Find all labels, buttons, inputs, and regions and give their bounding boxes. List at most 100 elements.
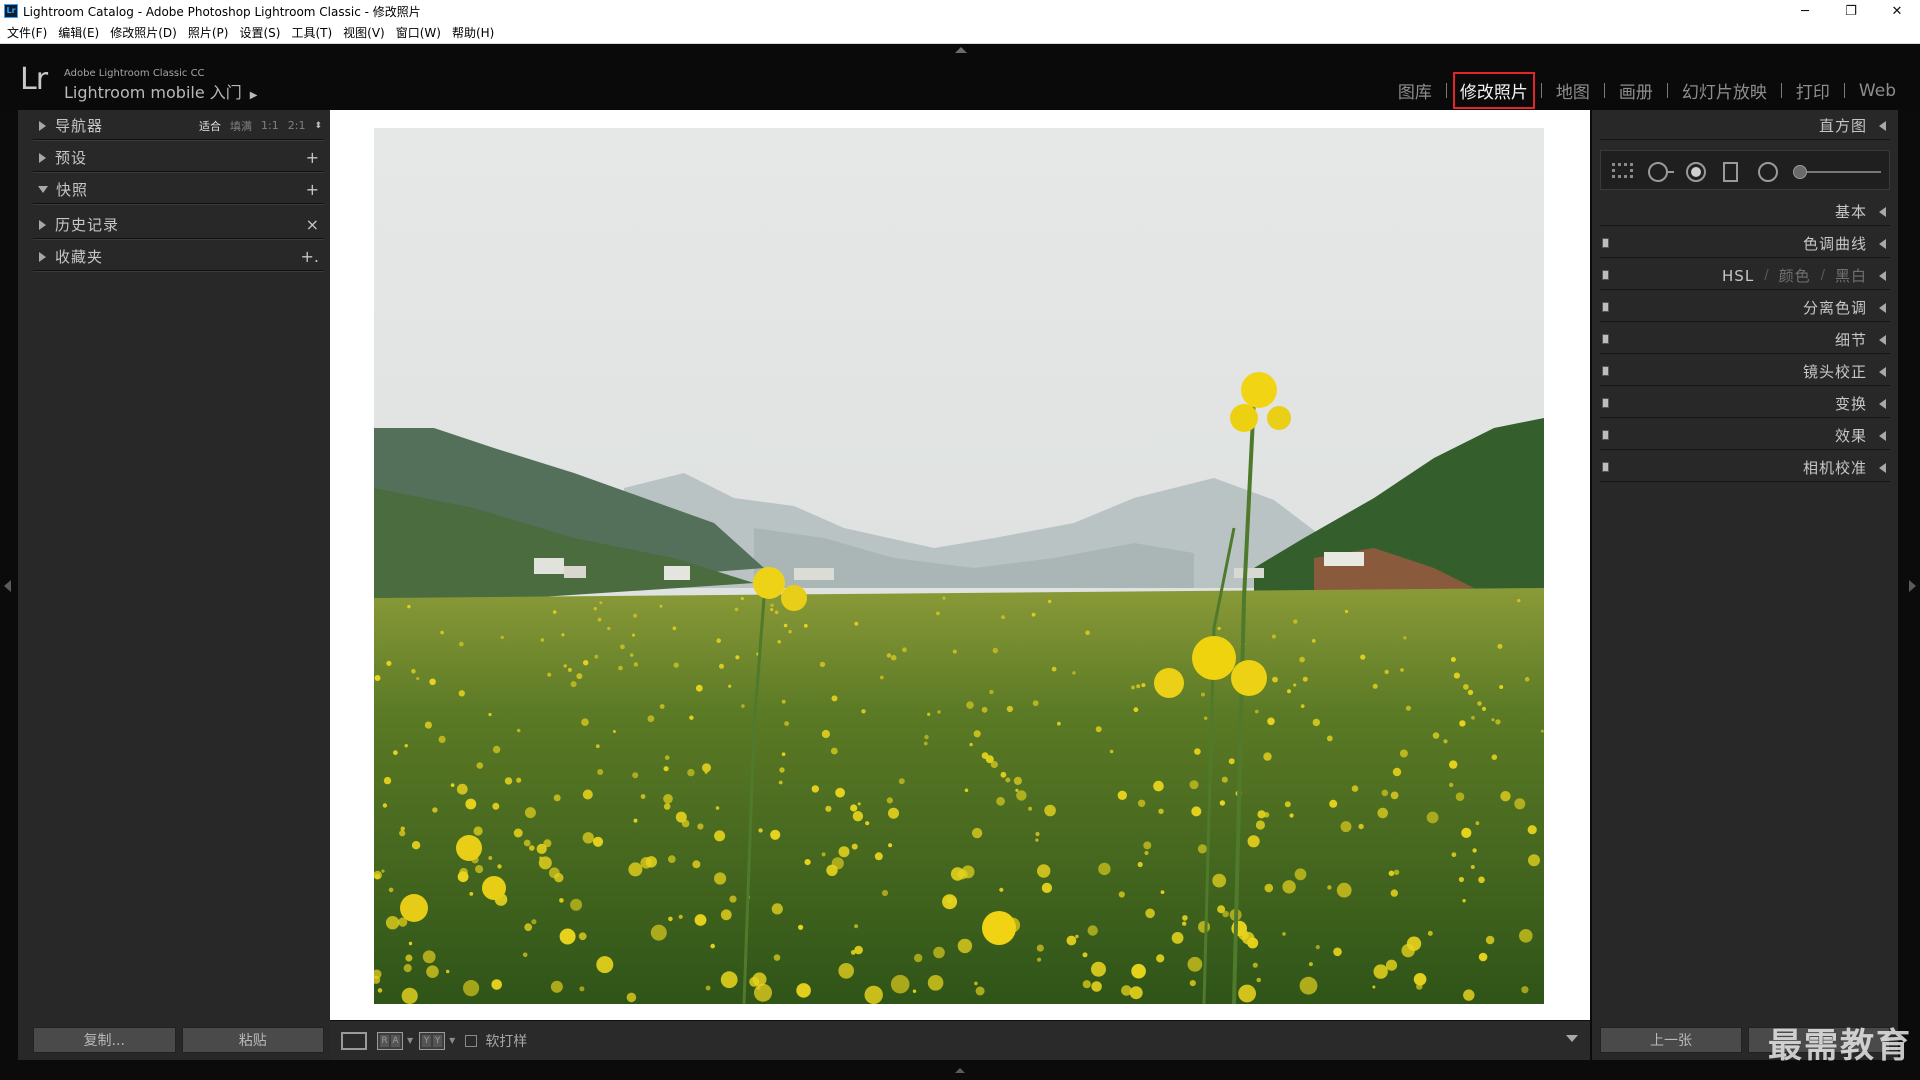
flower-blossom bbox=[578, 932, 587, 941]
paste-settings-button[interactable]: 粘贴 bbox=[181, 1027, 324, 1053]
flower-blossom bbox=[1372, 683, 1378, 689]
menu-window[interactable]: 窗口(W) bbox=[392, 24, 448, 41]
expand-triangle-icon[interactable] bbox=[39, 120, 46, 131]
spot-removal-icon[interactable] bbox=[1647, 162, 1675, 182]
panel-toggle-switch[interactable] bbox=[1602, 366, 1609, 376]
module-develop[interactable]: 修改照片 bbox=[1452, 72, 1535, 109]
collapse-left-panel-icon[interactable] bbox=[4, 580, 11, 592]
expand-triangle-icon[interactable] bbox=[39, 152, 46, 163]
zoom-1-1[interactable]: 1:1 bbox=[261, 119, 279, 132]
flower-blossom bbox=[633, 818, 638, 823]
basic-header[interactable]: 基本 bbox=[1600, 198, 1890, 226]
split-toning-header[interactable]: 分离色调 bbox=[1600, 294, 1890, 322]
add-preset-icon[interactable]: + bbox=[306, 148, 319, 167]
brush-slider-track[interactable] bbox=[1799, 171, 1881, 173]
collapse-arrow-icon[interactable] bbox=[1879, 302, 1886, 313]
chevron-down-icon[interactable]: ▼ bbox=[407, 1036, 413, 1045]
radial-filter-icon[interactable] bbox=[1757, 162, 1779, 184]
module-web[interactable]: Web bbox=[1851, 81, 1904, 101]
effects-header[interactable]: 效果 bbox=[1600, 422, 1890, 450]
collapse-arrow-icon[interactable] bbox=[1879, 398, 1886, 409]
collapse-arrow-icon[interactable] bbox=[1879, 462, 1886, 473]
menu-photo[interactable]: 照片(P) bbox=[184, 24, 236, 41]
before-after-tb-button[interactable]: Y Y bbox=[419, 1031, 446, 1050]
menu-help[interactable]: 帮助(H) bbox=[448, 24, 501, 41]
panel-toggle-switch[interactable] bbox=[1602, 302, 1609, 312]
expand-triangle-icon[interactable] bbox=[39, 251, 46, 262]
hsl-bw-tab[interactable]: 黑白 bbox=[1835, 265, 1867, 286]
previous-settings-button[interactable]: 上一张 bbox=[1600, 1027, 1742, 1053]
restore-button[interactable]: ❐ bbox=[1828, 0, 1874, 22]
graduated-filter-icon[interactable] bbox=[1723, 162, 1739, 184]
loupe-view-button[interactable] bbox=[341, 1031, 367, 1050]
play-arrow-icon[interactable]: ▶ bbox=[250, 90, 258, 101]
collapse-triangle-icon[interactable] bbox=[38, 186, 48, 193]
module-book[interactable]: 画册 bbox=[1611, 78, 1661, 103]
history-header[interactable]: 历史记录 × bbox=[33, 211, 324, 240]
transform-header[interactable]: 变换 bbox=[1600, 390, 1890, 418]
collapse-arrow-icon[interactable] bbox=[1879, 366, 1886, 377]
copy-settings-button[interactable]: 复制... bbox=[33, 1027, 176, 1053]
zoom-fill[interactable]: 填满 bbox=[230, 118, 252, 134]
collapse-arrow-icon[interactable] bbox=[1879, 206, 1886, 217]
module-slideshow[interactable]: 幻灯片放映 bbox=[1674, 78, 1775, 103]
add-collection-icon[interactable]: +. bbox=[301, 247, 320, 266]
histogram-header[interactable]: 直方图 bbox=[1600, 112, 1890, 140]
minimize-button[interactable]: ─ bbox=[1782, 0, 1828, 22]
flower-blossom bbox=[640, 857, 652, 869]
hsl-title[interactable]: HSL bbox=[1722, 267, 1754, 285]
menu-file[interactable]: 文件(F) bbox=[3, 24, 54, 41]
module-library[interactable]: 图库 bbox=[1390, 78, 1440, 103]
lens-correction-header[interactable]: 镜头校正 bbox=[1600, 358, 1890, 386]
panel-toggle-switch[interactable] bbox=[1602, 398, 1609, 408]
collapse-arrow-icon[interactable] bbox=[1879, 270, 1886, 281]
expand-triangle-icon[interactable] bbox=[39, 219, 46, 230]
toolbar-menu-icon[interactable] bbox=[1566, 1035, 1578, 1042]
collapse-top-panel-icon[interactable] bbox=[955, 47, 967, 53]
adjustment-brush-icon[interactable] bbox=[1793, 165, 1807, 179]
detail-header[interactable]: 细节 bbox=[1600, 326, 1890, 354]
clear-history-icon[interactable]: × bbox=[306, 215, 319, 234]
flower-blossom bbox=[1478, 952, 1488, 962]
close-button[interactable]: ✕ bbox=[1874, 0, 1920, 22]
chevron-down-icon[interactable]: ▼ bbox=[449, 1036, 455, 1045]
menu-view[interactable]: 视图(V) bbox=[339, 24, 392, 41]
crop-overlay-icon[interactable] bbox=[1611, 162, 1635, 180]
collapse-arrow-icon[interactable] bbox=[1879, 334, 1886, 345]
zoom-stepper-icon[interactable]: ⬍ bbox=[314, 121, 322, 131]
add-snapshot-icon[interactable]: + bbox=[306, 180, 319, 199]
presets-header[interactable]: 预设 + bbox=[33, 144, 324, 173]
module-print[interactable]: 打印 bbox=[1788, 78, 1838, 103]
flower-blossom bbox=[524, 807, 536, 819]
panel-toggle-switch[interactable] bbox=[1602, 462, 1609, 472]
menu-develop[interactable]: 修改照片(D) bbox=[106, 24, 184, 41]
hsl-color-tab[interactable]: 颜色 bbox=[1779, 265, 1811, 286]
flower-blossom bbox=[1458, 876, 1464, 883]
module-map[interactable]: 地图 bbox=[1548, 78, 1598, 103]
red-eye-icon[interactable] bbox=[1685, 162, 1707, 184]
navigator-header[interactable]: 导航器 适合 填满 1:1 2:1 ⬍ bbox=[33, 112, 324, 141]
menu-edit[interactable]: 编辑(E) bbox=[54, 24, 106, 41]
menu-tools[interactable]: 工具(T) bbox=[287, 24, 339, 41]
collapse-arrow-icon[interactable] bbox=[1879, 430, 1886, 441]
hsl-header[interactable]: HSL / 颜色 / 黑白 bbox=[1600, 262, 1890, 290]
before-after-lr-button[interactable]: R A bbox=[377, 1031, 403, 1050]
calibration-header[interactable]: 相机校准 bbox=[1600, 454, 1890, 482]
panel-toggle-switch[interactable] bbox=[1602, 334, 1609, 344]
panel-toggle-switch[interactable] bbox=[1602, 430, 1609, 440]
panel-toggle-switch[interactable] bbox=[1602, 270, 1609, 280]
panel-toggle-switch[interactable] bbox=[1602, 238, 1609, 248]
collections-header[interactable]: 收藏夹 +. bbox=[33, 243, 324, 272]
menu-settings[interactable]: 设置(S) bbox=[235, 24, 287, 41]
snapshots-header[interactable]: 快照 + bbox=[33, 176, 324, 205]
collapse-arrow-icon[interactable] bbox=[1879, 120, 1886, 131]
soft-proofing-checkbox[interactable] bbox=[465, 1034, 478, 1047]
zoom-2-1[interactable]: 2:1 bbox=[288, 119, 306, 132]
photo-image[interactable] bbox=[374, 128, 1544, 1004]
collapse-arrow-icon[interactable] bbox=[1879, 238, 1886, 249]
collapse-right-panel-icon[interactable] bbox=[1909, 580, 1916, 592]
collapse-filmstrip-icon[interactable] bbox=[955, 1068, 965, 1073]
lightroom-mobile-link[interactable]: Lightroom mobile 入门 ▶ bbox=[64, 79, 257, 103]
tone-curve-header[interactable]: 色调曲线 bbox=[1600, 230, 1890, 258]
zoom-fit[interactable]: 适合 bbox=[199, 118, 221, 134]
